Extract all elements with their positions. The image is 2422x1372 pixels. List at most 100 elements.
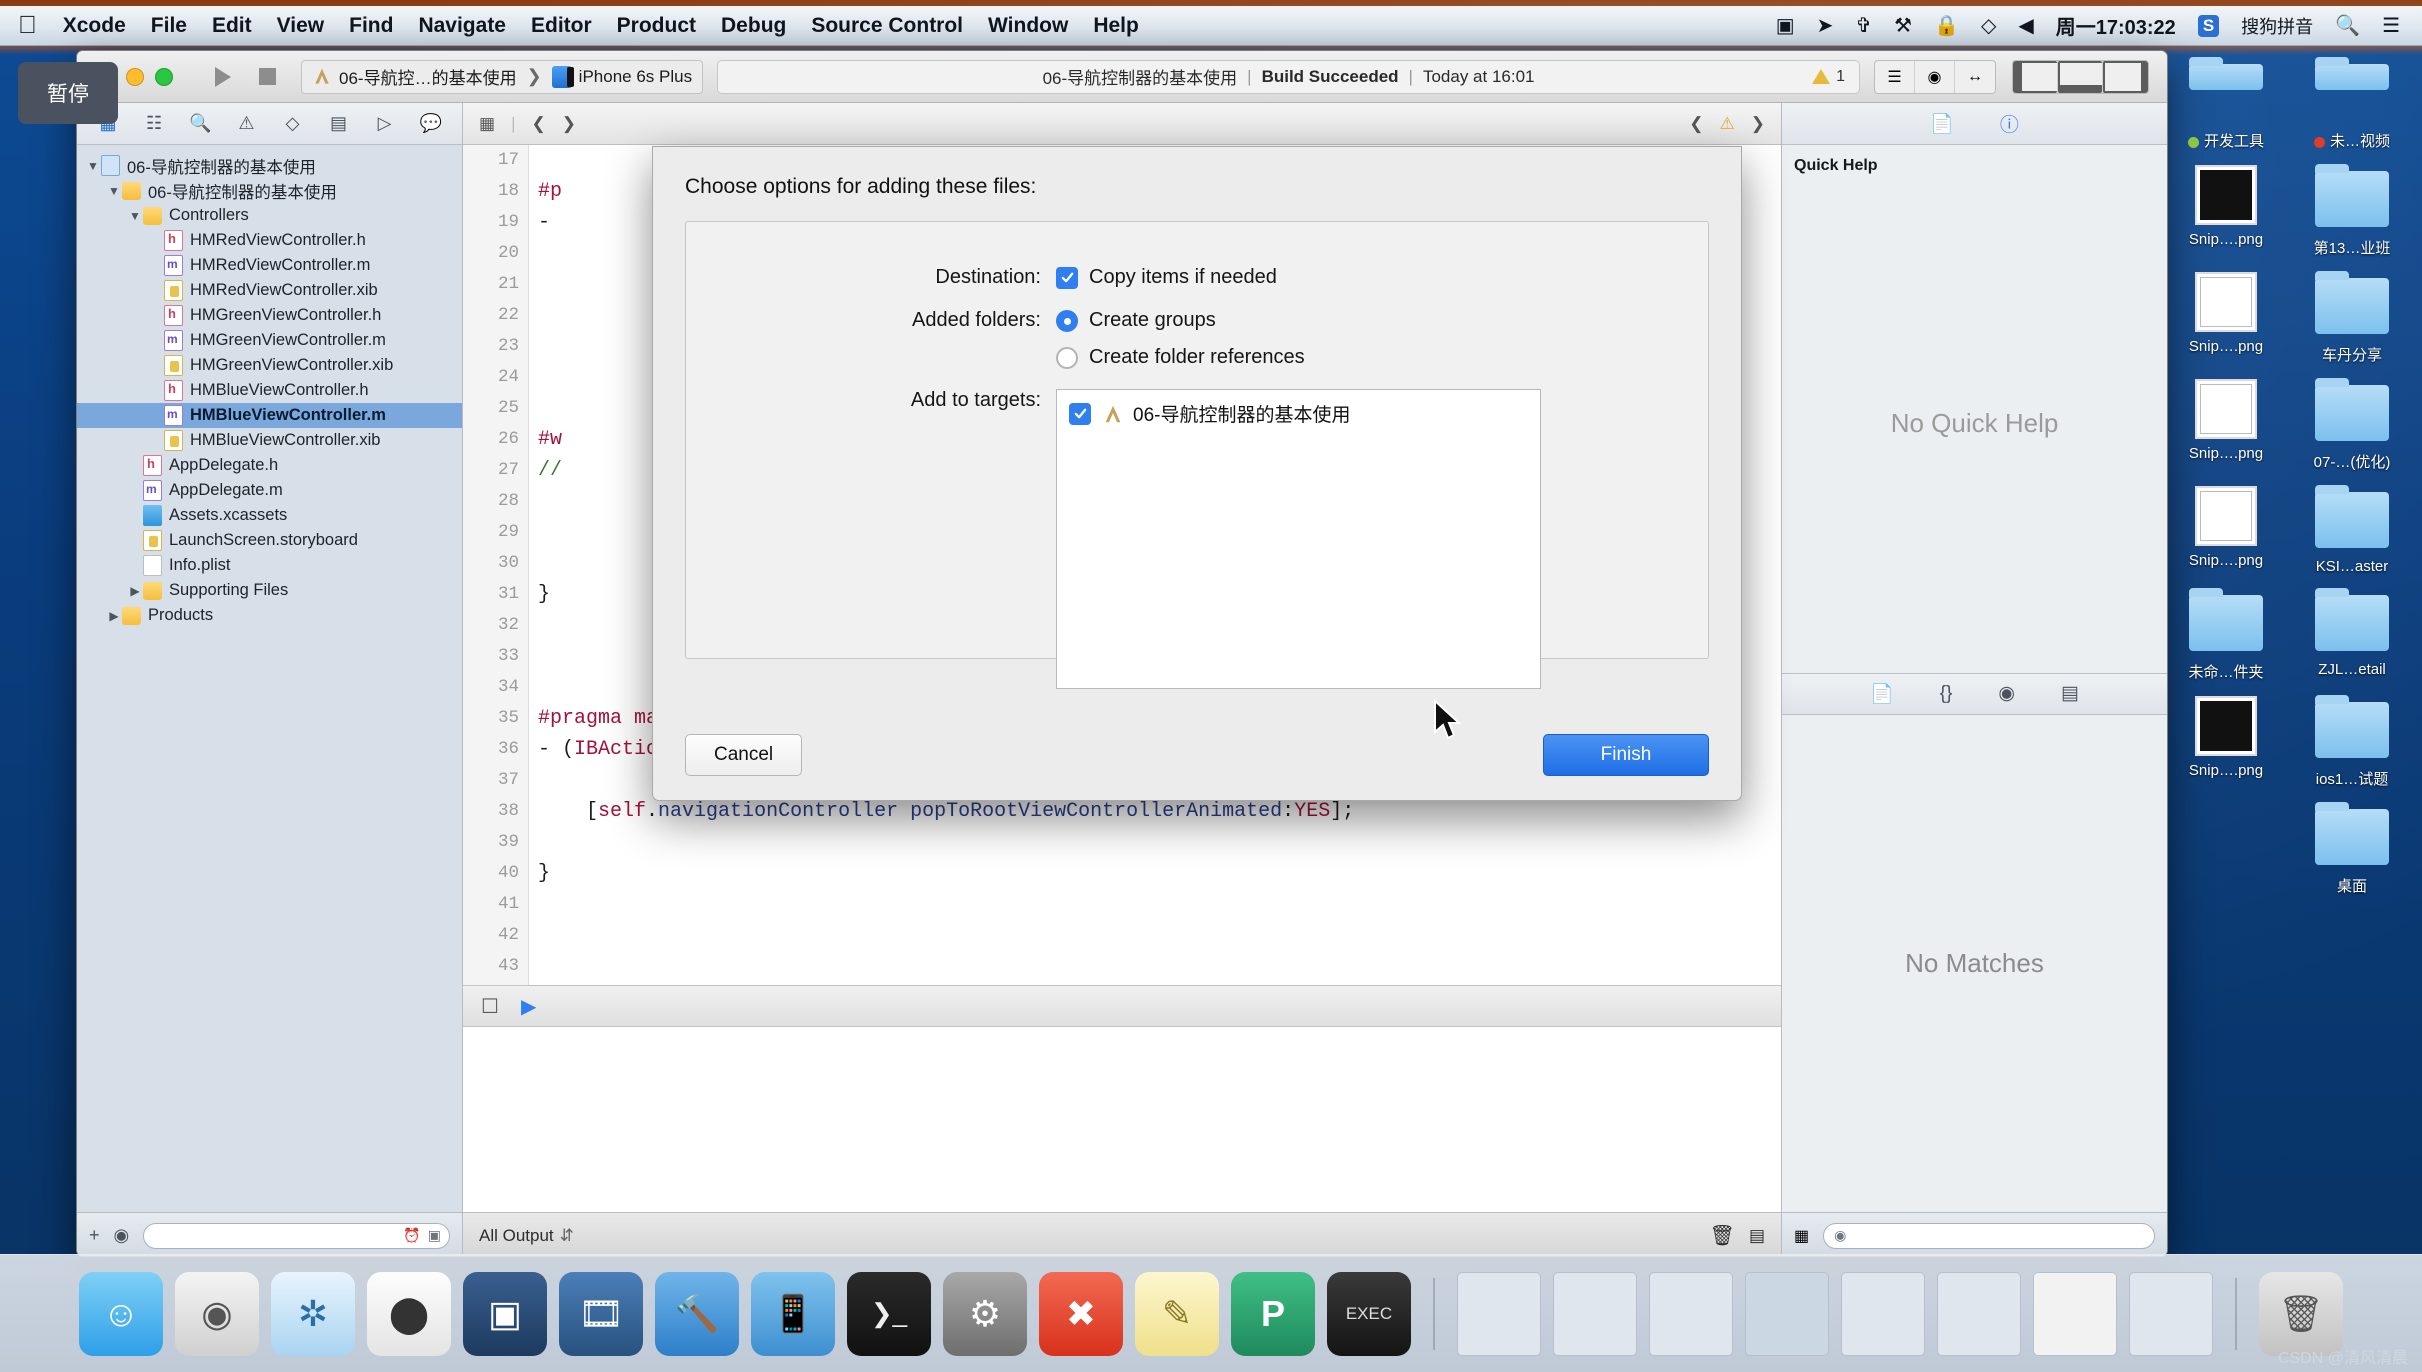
file-tree-row[interactable]: ▼ Controllers [77,203,462,228]
gutter-line[interactable]: 41 [463,889,519,920]
menu-item-xcode[interactable]: Xcode [63,14,126,38]
search-icon[interactable]: 🔍 [2335,13,2360,38]
shield-icon[interactable]: ◇ [1981,13,1996,38]
bluetooth-icon[interactable]: ✞ [1855,13,1872,38]
location-icon[interactable]: ➤ [1817,13,1834,38]
disclosure-open-icon[interactable]: ▼ [127,209,143,223]
finish-button[interactable]: Finish [1543,734,1709,776]
library-search-input[interactable]: ◉ [1823,1222,2155,1249]
dock-window-preview-7[interactable] [2033,1271,2117,1356]
dock-item-pycharm[interactable]: P [1231,1271,1315,1356]
input-method-badge[interactable]: S [2197,14,2220,37]
line-number-gutter[interactable]: 17 18 19 20 21 22 23 24 25 26 27 28 29 30 31 32 33 34 35 36… [463,145,529,985]
file-tree-row[interactable]: ▶HMRedViewController.m [77,253,462,278]
file-tree-row[interactable]: ▶HMGreenViewController.m [77,328,462,353]
navigator-filter-input[interactable]: ⏰ ▣ [143,1222,450,1249]
gutter-line[interactable]: 21 [463,269,519,300]
gutter-line[interactable]: 18 [463,176,519,207]
warning-chip[interactable]: 1 [1812,68,1845,86]
console-split-icon[interactable]: ▤ [1749,1226,1765,1246]
desktop-icon[interactable]: 车丹分享 [2292,271,2412,365]
file-tree-row[interactable]: ▶ Products [77,603,462,628]
apple-logo-icon[interactable]:  [18,13,37,38]
filter-circle-icon[interactable]: ◉ [114,1225,130,1246]
console-filter-label[interactable]: All Output [479,1226,554,1246]
dock-window-preview-4[interactable] [1745,1271,1829,1356]
code-line[interactable]: } [538,858,1781,889]
gutter-line[interactable]: 29 [463,517,519,548]
issue-navigator-icon[interactable]: ⚠ [235,113,257,134]
desktop-icon[interactable]: 第13…业班 [2292,164,2412,258]
file-tree-row[interactable]: ▶HMGreenViewController.h [77,303,462,328]
debug-area-toggle-icon[interactable] [2058,60,2103,93]
related-files-icon[interactable]: ▦ [479,114,495,134]
gutter-line[interactable]: 31 [463,579,519,610]
dock-window-preview-6[interactable] [1937,1271,2021,1356]
project-file-tree[interactable]: ▼ 06-导航控制器的基本使用 ▼ 06-导航控制器的基本使用 ▼ Controllers… [77,145,462,1212]
disclosure-closed-icon[interactable]: ▶ [127,584,143,598]
gutter-line[interactable]: 37 [463,765,519,796]
desktop-icon[interactable]: 桌面 [2292,802,2412,896]
gutter-line[interactable]: 33 [463,641,519,672]
menu-item-source-control[interactable]: Source Control [811,14,963,38]
code-line[interactable] [538,827,1781,858]
menu-item-file[interactable]: File [151,14,187,38]
volume-icon[interactable]: ◀ [2018,13,2033,38]
file-tree-row[interactable]: ▶AppDelegate.m [77,478,462,503]
file-inspector-icon[interactable]: 📄 [1930,112,1954,136]
standard-editor-icon[interactable]: ☰ [1875,60,1915,93]
test-navigator-icon[interactable]: ◇ [282,113,304,134]
symbol-navigator-icon[interactable]: ☷ [143,113,165,134]
notification-center-icon[interactable]: ☰ [2382,13,2400,38]
desktop-icon[interactable]: ios1…试题 [2292,695,2412,789]
hide-debug-area-icon[interactable]: ☐ [481,994,499,1019]
gutter-line[interactable]: 23 [463,331,519,362]
back-chevron-icon[interactable]: ❮ [531,114,545,134]
scheme-selector[interactable]: 06-导航控…的基本使用 ❯ iPhone 6s Plus [301,59,704,94]
desktop-icon[interactable]: ZJL…etail [2292,588,2412,682]
gutter-line[interactable]: 40 [463,858,519,889]
file-tree-row[interactable]: ▼ 06-导航控制器的基本使用 [77,153,462,178]
menu-item-find[interactable]: Find [349,14,393,38]
gutter-line[interactable]: 35 [463,703,519,734]
dock-item-executable[interactable]: EXEC [1327,1271,1411,1356]
desktop-icon[interactable]: 未…视频 [2292,57,2412,151]
desktop-icon[interactable]: Snip….png [2166,379,2286,472]
dock-item-finder[interactable]: ☺ [79,1271,163,1356]
dock-window-preview-2[interactable] [1553,1271,1637,1356]
find-navigator-icon[interactable]: 🔍 [189,113,211,134]
dock-item-xcode[interactable]: 🔨 [655,1271,739,1356]
dock-item-trash[interactable]: 🗑 [2259,1271,2343,1356]
file-tree-row[interactable]: ▶Assets.xcassets [77,503,462,528]
dock-item-xmind[interactable]: ✖ [1039,1271,1123,1356]
add-plus-icon[interactable]: + [89,1225,100,1246]
stop-button[interactable] [245,60,289,94]
menu-item-view[interactable]: View [277,14,324,38]
menu-item-navigate[interactable]: Navigate [418,14,506,38]
dock-item-settings[interactable]: ⚙ [943,1271,1027,1356]
dock-item-notes[interactable]: ✎ [1135,1271,1219,1356]
file-template-library-icon[interactable]: 📄 [1870,682,1894,706]
dock-item-simulator[interactable]: 📱 [751,1271,835,1356]
gutter-line[interactable]: 27 [463,455,519,486]
desktop-icon[interactable]: KSI…aster [2292,485,2412,575]
code-snippet-library-icon[interactable]: {} [1940,683,1953,705]
dock-item-video-app[interactable]: ▣ [463,1271,547,1356]
grid-view-icon[interactable]: ▦ [1794,1226,1809,1246]
gutter-line[interactable]: 30 [463,548,519,579]
menu-item-window[interactable]: Window [988,14,1068,38]
dock-window-preview-5[interactable] [1841,1271,1925,1356]
lock-icon[interactable]: 🔒 [1934,13,1959,38]
gutter-line[interactable]: 38 [463,796,519,827]
media-library-icon[interactable]: ▤ [2061,682,2079,705]
navigator-toggle-icon[interactable] [2013,60,2058,93]
file-tree-row[interactable]: ▶LaunchScreen.storyboard [77,528,462,553]
prev-issue-icon[interactable]: ❮ [1689,114,1703,134]
file-tree-row[interactable]: ▶HMRedViewController.xib [77,278,462,303]
desktop-icon[interactable]: Snip….png [2166,486,2286,575]
gutter-line[interactable]: 26 [463,424,519,455]
file-tree-row[interactable]: ▶HMRedViewController.h [77,228,462,253]
gutter-line[interactable]: 17 [463,145,519,176]
console-output[interactable] [463,1027,1781,1212]
gutter-line[interactable]: 25 [463,393,519,424]
